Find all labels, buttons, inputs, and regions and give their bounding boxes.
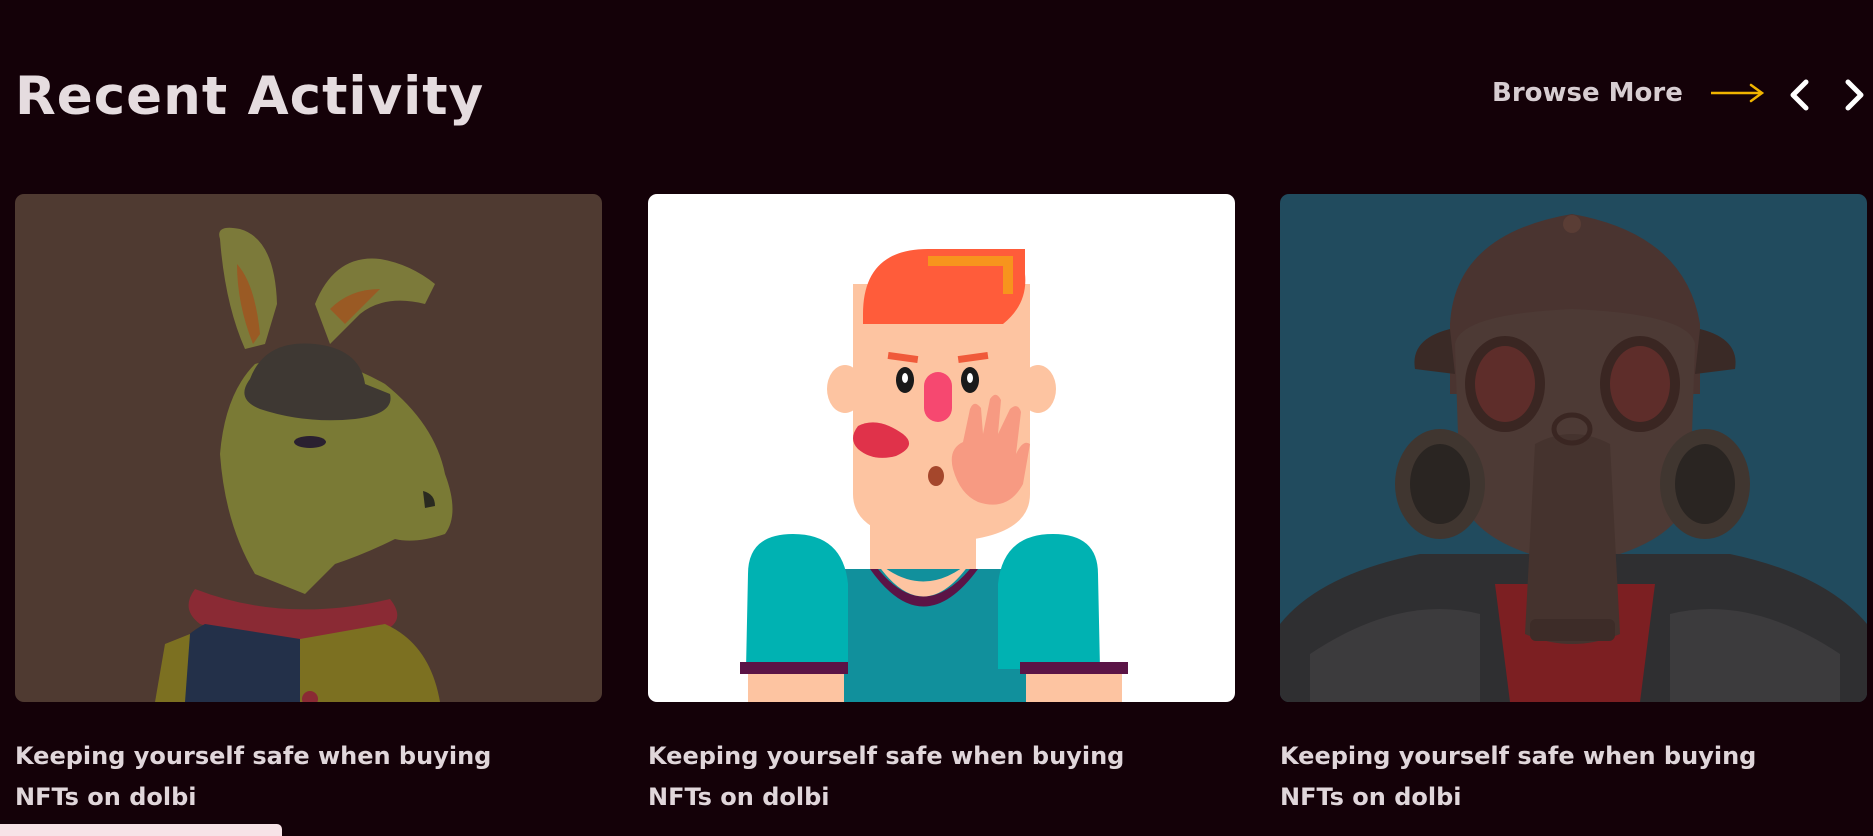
browse-more-link[interactable]: Browse More (1492, 78, 1765, 108)
rabbit-illustration (15, 194, 602, 702)
activity-card[interactable]: Keeping yourself safe when buying NFTs o… (1280, 194, 1867, 818)
tooltip-popup (0, 824, 282, 836)
browse-more-label: Browse More (1492, 78, 1683, 108)
chevron-right-icon (1845, 79, 1864, 111)
card-title[interactable]: Keeping yourself safe when buying NFTs o… (1280, 736, 1800, 818)
cartoon-man-illustration (648, 194, 1235, 702)
card-image-rabbit[interactable] (15, 194, 602, 702)
chevron-left-icon (1790, 79, 1809, 111)
gas-mask-illustration (1280, 194, 1867, 702)
long-right-arrow-icon (1710, 83, 1765, 103)
activity-card[interactable]: Keeping yourself safe when buying NFTs o… (648, 194, 1235, 818)
card-image-gas-mask[interactable] (1280, 194, 1867, 702)
card-title[interactable]: Keeping yourself safe when buying NFTs o… (648, 736, 1168, 818)
card-title[interactable]: Keeping yourself safe when buying NFTs o… (15, 736, 535, 818)
card-image-cartoon-man[interactable] (648, 194, 1235, 702)
activity-card[interactable]: Keeping yourself safe when buying NFTs o… (15, 194, 602, 818)
prev-button[interactable] (1784, 78, 1814, 112)
section-title: Recent Activity (15, 66, 485, 127)
next-button[interactable] (1840, 78, 1870, 112)
